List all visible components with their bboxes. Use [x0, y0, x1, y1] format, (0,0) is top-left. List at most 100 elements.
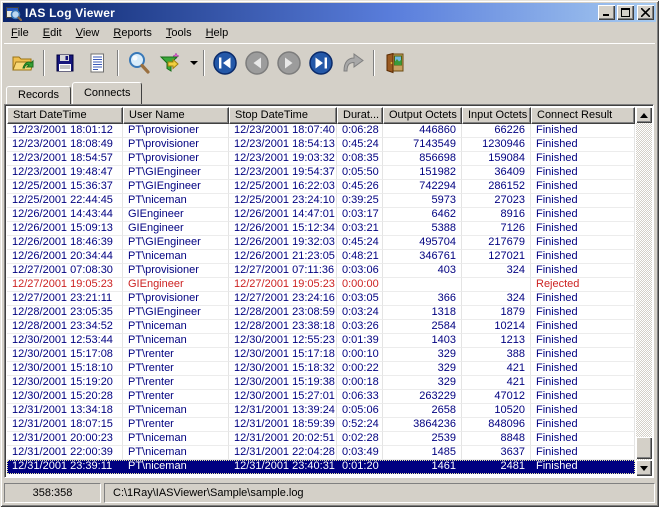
table-cell: 12/25/2001 16:22:03 — [229, 180, 337, 194]
table-row[interactable]: 12/30/2001 15:18:10 PT\renter 12/30/2001 1… — [7, 362, 635, 376]
menu-help[interactable]: Help — [199, 25, 236, 41]
goto-record-button[interactable] — [338, 48, 368, 78]
tab-records[interactable]: Records — [6, 86, 71, 104]
table-row[interactable]: 12/28/2001 23:34:52 PT\niceman 12/28/2001 … — [7, 320, 635, 334]
table-cell: 12/27/2001 23:24:16 — [229, 292, 337, 306]
table-cell: 12/30/2001 12:55:23 — [229, 334, 337, 348]
table-row[interactable]: 12/30/2001 15:19:20 PT\renter 12/30/2001 1… — [7, 376, 635, 390]
table-row[interactable]: 12/26/2001 20:34:44 PT\niceman 12/26/2001 … — [7, 250, 635, 264]
table-cell: 0:05:06 — [337, 404, 383, 418]
table-row[interactable]: 12/26/2001 14:43:44 GIEngineer 12/26/2001 … — [7, 208, 635, 222]
table-cell: GIEngineer — [123, 208, 229, 222]
table-cell: 1485 — [383, 446, 462, 460]
table-cell: 3864236 — [383, 418, 462, 432]
table-row[interactable]: 12/23/2001 18:54:57 PT\provisioner 12/23/2… — [7, 152, 635, 166]
column-header[interactable]: Connect Result — [531, 107, 635, 124]
menu-reports[interactable]: Reports — [106, 25, 159, 41]
table-row[interactable]: 12/25/2001 22:44:45 PT\niceman 12/25/2001 … — [7, 194, 635, 208]
filter-funnel-icon — [159, 51, 183, 75]
first-record-button[interactable] — [210, 48, 240, 78]
table-row[interactable]: 12/31/2001 18:07:15 PT\renter 12/31/2001 1… — [7, 418, 635, 432]
column-header[interactable]: User Name — [123, 107, 229, 124]
table-row[interactable]: 12/26/2001 18:46:39 PT\GIEngineer 12/26/20… — [7, 236, 635, 250]
table-cell: PT\renter — [123, 348, 229, 362]
filter-dropdown-button[interactable] — [187, 48, 199, 78]
column-header[interactable]: Input Octets — [462, 107, 531, 124]
previous-record-button[interactable] — [242, 48, 272, 78]
table-cell: 12/28/2001 23:38:18 — [229, 320, 337, 334]
table-cell: Finished — [531, 222, 635, 236]
table-cell: 1461 — [383, 460, 462, 474]
table-cell: 12/25/2001 15:36:37 — [7, 180, 123, 194]
table-row[interactable]: 12/30/2001 15:17:08 PT\renter 12/30/2001 1… — [7, 348, 635, 362]
table-row[interactable]: 12/31/2001 13:34:18 PT\niceman 12/31/2001 … — [7, 404, 635, 418]
table-row[interactable]: 12/23/2001 18:08:49 PT\provisioner 12/23/2… — [7, 138, 635, 152]
vertical-scrollbar[interactable] — [636, 107, 652, 476]
table-cell: 12/31/2001 13:34:18 — [7, 404, 123, 418]
table-cell: 12/31/2001 18:07:15 — [7, 418, 123, 432]
table-cell: 12/23/2001 18:08:49 — [7, 138, 123, 152]
table-cell: Finished — [531, 362, 635, 376]
maximize-button[interactable] — [617, 5, 634, 20]
table-cell: 1213 — [462, 334, 531, 348]
table-cell: 856698 — [383, 152, 462, 166]
ias-log-viewer-window: IAS Log Viewer File Edit View Reports Tools H… — [0, 0, 659, 507]
next-record-button[interactable] — [274, 48, 304, 78]
open-folder-icon — [11, 52, 35, 74]
table-cell: PT\provisioner — [123, 264, 229, 278]
table-cell: 127021 — [462, 250, 531, 264]
column-header[interactable]: Stop DateTime — [229, 107, 337, 124]
table-cell: 12/26/2001 19:32:03 — [229, 236, 337, 250]
last-record-button[interactable] — [306, 48, 336, 78]
table-row[interactable]: 12/23/2001 19:48:47 PT\GIEngineer 12/23/20… — [7, 166, 635, 180]
save-button[interactable] — [50, 48, 80, 78]
table-cell: 263229 — [383, 390, 462, 404]
menu-file[interactable]: File — [4, 25, 36, 41]
table-row[interactable]: 12/27/2001 07:08:30 PT\provisioner 12/27/2… — [7, 264, 635, 278]
table-cell: PT\provisioner — [123, 138, 229, 152]
table-row[interactable]: 12/23/2001 18:01:12 PT\provisioner 12/23/2… — [7, 124, 635, 138]
report-button[interactable] — [82, 48, 112, 78]
table-row[interactable]: 12/25/2001 15:36:37 PT\GIEngineer 12/25/20… — [7, 180, 635, 194]
table-cell: 12/27/2001 07:11:36 — [229, 264, 337, 278]
column-header[interactable]: Start DateTime — [7, 107, 123, 124]
scroll-up-button[interactable] — [636, 107, 652, 123]
table-cell: Finished — [531, 404, 635, 418]
table-cell: Finished — [531, 250, 635, 264]
table-row[interactable]: 12/30/2001 15:20:28 PT\renter 12/30/2001 1… — [7, 390, 635, 404]
table-row[interactable]: 12/26/2001 15:09:13 GIEngineer 12/26/2001 … — [7, 222, 635, 236]
table-row[interactable]: 12/31/2001 23:39:11 PT\niceman 12/31/2001 … — [7, 460, 635, 474]
close-button[interactable] — [637, 5, 654, 20]
table-cell: 217679 — [462, 236, 531, 250]
table-cell: 0:03:06 — [337, 264, 383, 278]
table-cell: 151982 — [383, 166, 462, 180]
open-log-button[interactable] — [8, 48, 38, 78]
titlebar[interactable]: IAS Log Viewer — [3, 3, 656, 22]
table-row[interactable]: 12/27/2001 19:05:23 GIEngineer 12/27/2001 … — [7, 278, 635, 292]
table-row[interactable]: 12/31/2001 22:00:39 PT\niceman 12/31/2001 … — [7, 446, 635, 460]
table-row[interactable]: 12/28/2001 23:05:35 PT\GIEngineer 12/28/20… — [7, 306, 635, 320]
table-cell: PT\niceman — [123, 446, 229, 460]
table-cell: PT\GIEngineer — [123, 180, 229, 194]
window-title: IAS Log Viewer — [25, 5, 115, 20]
exit-button[interactable] — [380, 48, 410, 78]
column-header[interactable]: Output Octets — [383, 107, 462, 124]
table-cell: 1403 — [383, 334, 462, 348]
menu-view[interactable]: View — [69, 25, 107, 41]
menu-tools[interactable]: Tools — [159, 25, 199, 41]
table-cell: 742294 — [383, 180, 462, 194]
scrollbar-thumb[interactable] — [636, 437, 652, 459]
find-button[interactable] — [124, 48, 154, 78]
scroll-down-button[interactable] — [636, 460, 652, 476]
table-row[interactable]: 12/31/2001 20:00:23 PT\niceman 12/31/2001 … — [7, 432, 635, 446]
table-cell: 12/28/2001 23:05:35 — [7, 306, 123, 320]
filter-button[interactable] — [156, 48, 186, 78]
table-cell: Finished — [531, 166, 635, 180]
column-header[interactable]: Durat... — [337, 107, 383, 124]
toolbar-separator — [373, 49, 375, 76]
menu-edit[interactable]: Edit — [36, 25, 69, 41]
table-row[interactable]: 12/27/2001 23:21:11 PT\provisioner 12/27/2… — [7, 292, 635, 306]
minimize-button[interactable] — [598, 5, 615, 20]
table-row[interactable]: 12/30/2001 12:53:44 PT\niceman 12/30/2001 … — [7, 334, 635, 348]
tab-connects[interactable]: Connects — [71, 82, 143, 104]
